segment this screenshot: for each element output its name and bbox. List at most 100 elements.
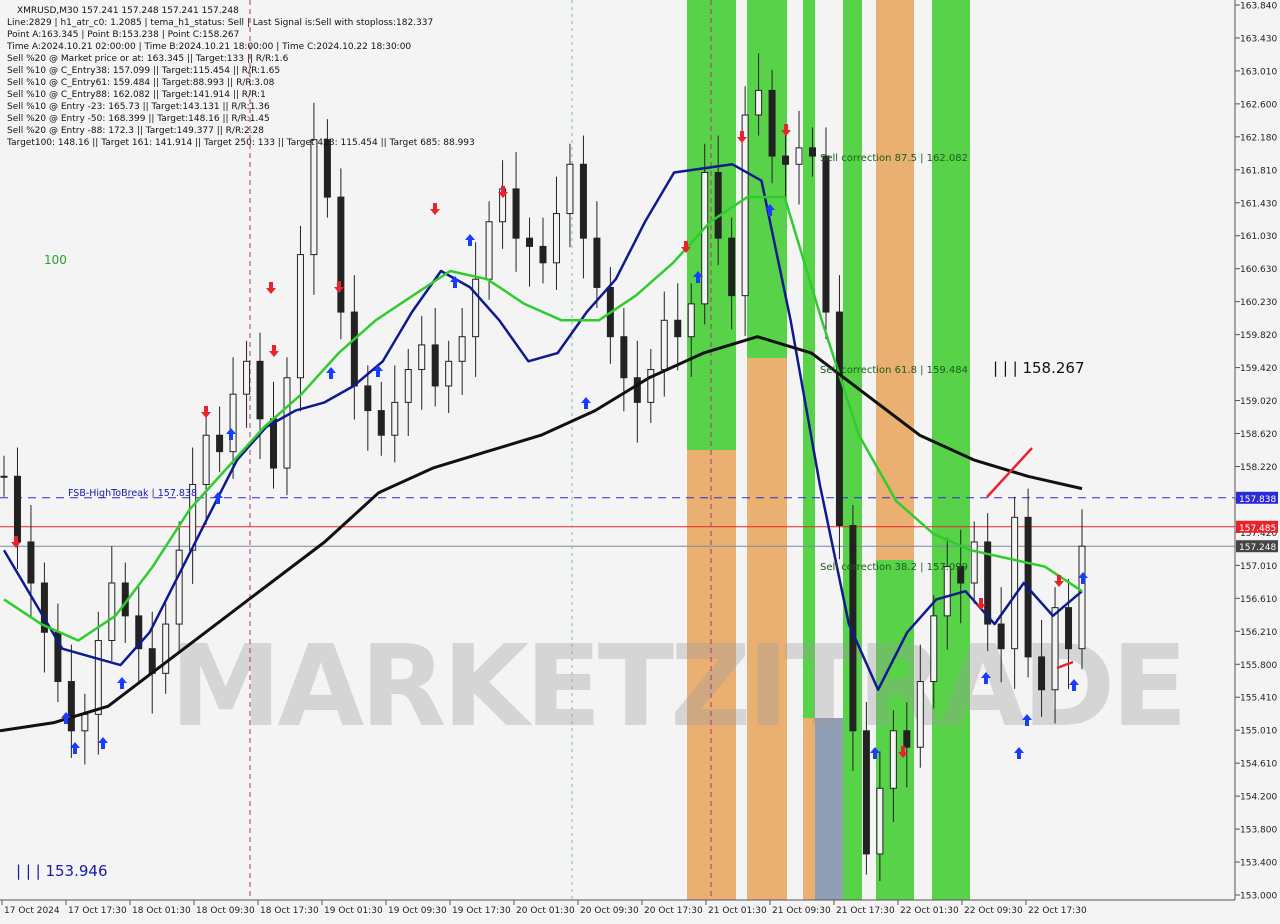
candle-body (593, 237, 601, 288)
candle-body (337, 196, 345, 313)
time-tick-label: 20 Oct 17:30 (644, 906, 703, 916)
price-tick-label: 155.010 (1240, 727, 1277, 737)
candle-body (795, 147, 803, 165)
candle-body (256, 360, 264, 420)
time-tick-label: 18 Oct 01:30 (132, 906, 191, 916)
price-tick-label: 161.430 (1240, 199, 1277, 209)
zone-band (803, 0, 815, 718)
candle-body (620, 336, 628, 379)
price-tick-label: 156.210 (1240, 628, 1277, 638)
price-tick-label: 161.810 (1240, 166, 1277, 176)
price-tick-label: 163.840 (1240, 2, 1277, 12)
candle-body (175, 549, 183, 625)
candle-body (377, 410, 385, 436)
candle-body (768, 89, 776, 157)
price-tick-label: 155.410 (1240, 694, 1277, 704)
header-line: Sell %10 @ C_Entry88: 162.082 || Target:… (7, 90, 266, 100)
candle-body (660, 319, 668, 371)
candle-body (229, 393, 237, 453)
candle-body (714, 171, 722, 239)
time-tick-label: 17 Oct 2024 (4, 906, 60, 916)
candle-body (323, 139, 331, 198)
time-tick-label: 22 Oct 01:30 (900, 906, 959, 916)
fsb-label: FSB-HighToBreak | 157.838 (68, 488, 197, 499)
time-tick-label: 19 Oct 17:30 (452, 906, 511, 916)
candle-body (81, 713, 89, 732)
header-line: Sell %10 @ C_Entry38: 157.099 || Target:… (7, 66, 280, 76)
time-tick-label: 17 Oct 17:30 (68, 906, 127, 916)
candle-body (903, 730, 911, 748)
candle-body (364, 385, 372, 412)
header-line: Sell %20 @ Entry -50: 168.399 || Target:… (7, 114, 270, 124)
candle-body (216, 434, 224, 453)
time-tick-label: 21 Oct 01:30 (708, 906, 767, 916)
price-tick-label: 163.010 (1240, 67, 1277, 77)
candle-body (310, 139, 318, 256)
candle-body (1038, 656, 1046, 691)
level-100-label: 100 (44, 253, 67, 267)
candle-body (701, 171, 709, 305)
candle-body (755, 89, 763, 116)
candle-body (566, 163, 574, 215)
candle-body (728, 237, 736, 297)
price-tick-label: 159.820 (1240, 331, 1277, 341)
candle-body (445, 360, 453, 387)
price-tick-label: 157.010 (1240, 562, 1277, 572)
time-tick-label: 18 Oct 17:30 (260, 906, 319, 916)
header-line: Sell %20 @ Entry -88: 172.3 || Target:14… (7, 126, 264, 136)
candle-body (1051, 607, 1059, 691)
candle-body (458, 336, 466, 362)
point-b-label: | | | 153.946 (16, 862, 108, 880)
header-line: Line:2829 | h1_atr_c0: 1.2085 | tema_h1_… (7, 18, 433, 28)
sell-correction-382-label: Sell correction 38.2 | 157.099 (820, 562, 968, 573)
candle-body (404, 369, 412, 403)
candle-body (472, 278, 480, 338)
candle-body (633, 377, 641, 403)
candle-body (67, 681, 75, 732)
candle-body (809, 147, 816, 157)
price-tick-label: 160.230 (1240, 298, 1277, 308)
point-c-label: | | | 158.267 (993, 359, 1085, 377)
candle-body (0, 475, 8, 478)
candle-body (862, 730, 870, 855)
price-tag-label: 157.248 (1239, 543, 1276, 553)
price-tick-label: 162.600 (1240, 100, 1277, 110)
header-line: Sell %20 @ Market price or at: 163.345 |… (7, 54, 289, 64)
candle-body (108, 582, 116, 641)
price-tick-label: 159.020 (1240, 397, 1277, 407)
chart-root: MARKETZITRADE 163.840 163.430 163.010 162.6… (0, 0, 1280, 920)
price-tick-label: 159.420 (1240, 364, 1277, 374)
candle-body (687, 303, 695, 338)
price-tick-label: 163.430 (1240, 34, 1277, 44)
candle-body (431, 344, 439, 387)
price-tick-label: 158.220 (1240, 463, 1277, 473)
candle-body (876, 787, 884, 855)
candle-body (1011, 516, 1019, 650)
header-line: Sell %10 @ Entry -23: 165.73 || Target:1… (7, 102, 270, 112)
candle-body (579, 163, 587, 239)
candle-body (270, 418, 277, 469)
price-axis: 163.840 163.430 163.010 162.600 162.180 161.8… (1234, 0, 1280, 920)
time-tick-label: 21 Oct 09:30 (772, 906, 831, 916)
header-line: XMRUSD,M30 157.241 157.248 157.241 157.2… (17, 6, 239, 16)
candle-body (485, 221, 493, 280)
price-tick-label: 155.800 (1240, 661, 1277, 671)
header-line: Sell %10 @ C_Entry61: 159.484 || Target:… (7, 78, 275, 88)
candle-body (539, 245, 547, 264)
candle-body (782, 155, 790, 165)
price-tick-label: 153.400 (1240, 859, 1277, 869)
time-tick-label: 21 Oct 17:30 (836, 906, 895, 916)
price-tag-label: 157.485 (1239, 524, 1276, 534)
candle-body (13, 475, 21, 543)
price-tick-label: 158.620 (1240, 430, 1277, 440)
candle-body (526, 237, 534, 247)
time-tick-label: 20 Oct 01:30 (516, 906, 575, 916)
candle-body (296, 254, 304, 379)
time-tick-label: 19 Oct 01:30 (324, 906, 383, 916)
zone-band (747, 0, 787, 358)
time-tick-label: 22 Oct 09:30 (964, 906, 1023, 916)
sell-correction-875-label: Sell correction 87.5 | 162.082 (820, 153, 968, 164)
candle-body (1065, 607, 1073, 650)
price-tag-label: 157.838 (1239, 495, 1276, 505)
candle-body (741, 114, 749, 297)
